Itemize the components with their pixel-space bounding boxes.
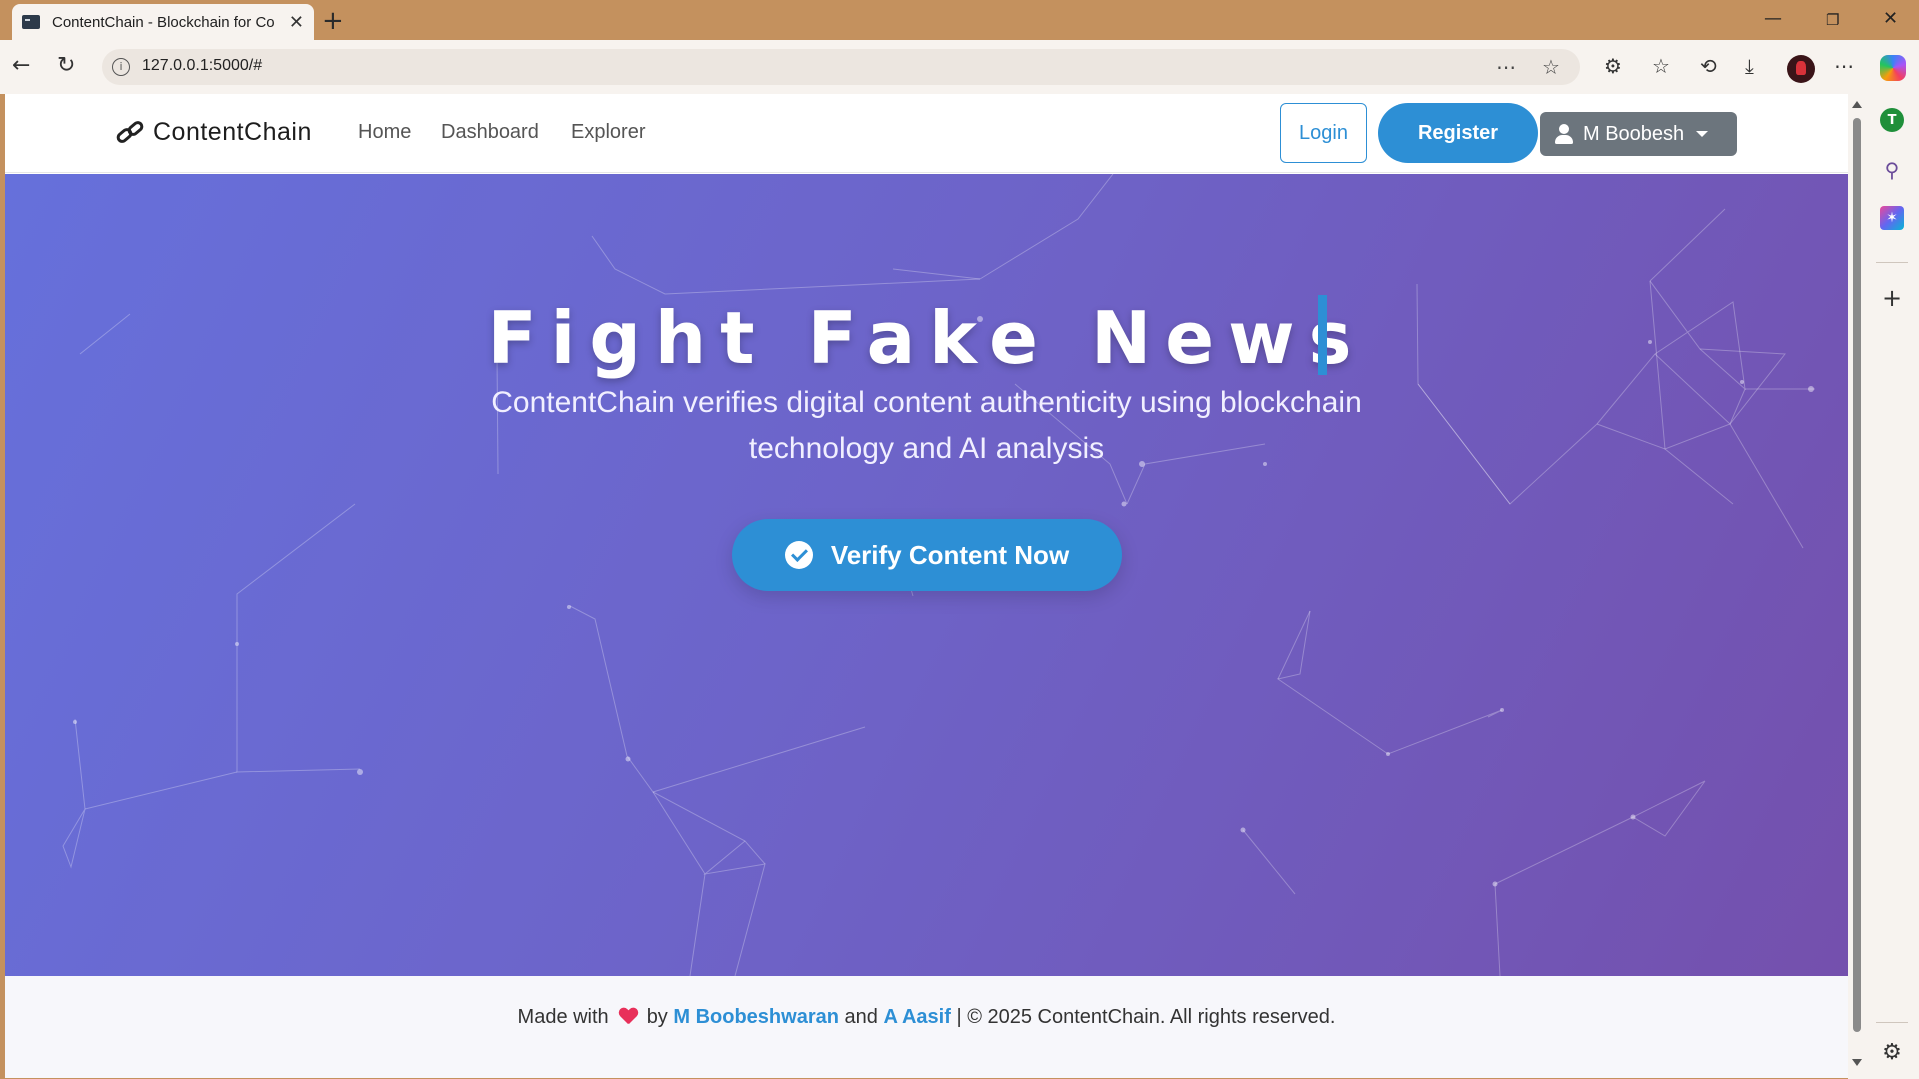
site-info-icon[interactable]: i — [112, 58, 130, 76]
verify-content-button[interactable]: Verify Content Now — [732, 519, 1122, 591]
downloads-icon[interactable]: ⤓ — [1745, 54, 1754, 78]
brand-link[interactable]: ContentChain — [114, 118, 312, 147]
check-circle-icon — [784, 541, 813, 569]
browser-tab[interactable]: ContentChain - Blockchain for Co ✕ — [12, 4, 314, 40]
close-tab-icon[interactable]: ✕ — [289, 12, 304, 33]
footer-copyright: | © 2025 ContentChain. All rights reserv… — [956, 1006, 1336, 1028]
footer-by: by — [646, 1006, 668, 1028]
minimize-icon[interactable]: — — [1764, 8, 1782, 29]
hero-subtitle-line-1: ContentChain verifies digital content au… — [491, 386, 1362, 419]
favorite-star-icon[interactable]: ☆ — [1542, 55, 1560, 79]
user-icon — [1555, 124, 1573, 144]
user-name: M Boobesh — [1583, 122, 1685, 145]
spark-app-icon[interactable]: ✶ — [1880, 206, 1904, 230]
hero-title: Fight Fake News — [487, 296, 1366, 380]
heart-icon — [619, 1008, 637, 1024]
footer-and: and — [844, 1006, 878, 1028]
login-button[interactable]: Login — [1280, 103, 1367, 163]
profile-t-icon[interactable]: T — [1880, 108, 1904, 132]
hero-subtitle: ContentChain verifies digital content au… — [5, 380, 1848, 472]
favorites-icon[interactable]: ☆ — [1652, 54, 1670, 78]
page-viewport: ContentChain Home Dashboard Explorer Log… — [5, 94, 1848, 1078]
reader-mode-icon[interactable]: ⋯ — [1496, 55, 1516, 79]
settings-gear-icon[interactable]: ⚙ — [1878, 1038, 1906, 1066]
site-footer: Made with by M Boobeshwaran and A Aasif |… — [5, 976, 1848, 1078]
caret-down-icon — [1696, 131, 1709, 137]
hero-subtitle-line-2: technology and AI analysis — [748, 432, 1105, 465]
author-link-boobeshwaran[interactable]: M Boobeshwaran — [673, 1006, 839, 1028]
extensions-icon[interactable]: ⚙ — [1604, 54, 1622, 78]
scroll-up-arrow-icon[interactable] — [1852, 101, 1862, 108]
footer-text: Made with by M Boobeshwaran and A Aasif |… — [5, 1006, 1848, 1029]
nav-dashboard[interactable]: Dashboard — [441, 121, 539, 144]
url-text: 127.0.0.1:5000/# — [142, 57, 263, 74]
search-icon[interactable]: ⚲ — [1878, 156, 1906, 184]
nav-explorer[interactable]: Explorer — [571, 121, 645, 144]
profile-avatar[interactable] — [1787, 55, 1815, 83]
sidebar-divider — [1876, 262, 1908, 263]
browser-titlebar: ContentChain - Blockchain for Co ✕ + — ❐… — [0, 0, 1919, 40]
reload-icon[interactable]: ↻ — [57, 53, 75, 78]
window-close-icon[interactable]: ✕ — [1883, 8, 1898, 29]
copilot-icon[interactable] — [1880, 55, 1906, 81]
footer-made-with: Made with — [517, 1006, 609, 1028]
tab-title: ContentChain - Blockchain for Co — [52, 13, 275, 31]
chain-link-icon — [114, 118, 147, 146]
browser-sidebar: T ⚲ ✶ + ⚙ — [1866, 94, 1919, 1079]
scroll-thumb[interactable] — [1853, 118, 1861, 1032]
verify-content-label: Verify Content Now — [830, 539, 1070, 570]
scroll-down-arrow-icon[interactable] — [1852, 1059, 1862, 1066]
sidebar-divider — [1876, 1022, 1908, 1023]
user-menu-button[interactable]: M Boobesh — [1540, 112, 1737, 156]
page-scrollbar[interactable] — [1848, 94, 1866, 1079]
more-menu-icon[interactable]: ⋯ — [1834, 54, 1854, 78]
author-link-aasif[interactable]: A Aasif — [883, 1006, 950, 1028]
browser-toolbar: ← ↻ i 127.0.0.1:5000/# ⋯ ☆ — [0, 40, 1919, 94]
restore-icon[interactable]: ❐ — [1826, 11, 1839, 29]
add-icon[interactable]: + — [1878, 284, 1906, 312]
new-tab-icon[interactable]: + — [322, 6, 344, 36]
nav-home[interactable]: Home — [358, 121, 411, 144]
terminal-favicon-icon — [22, 15, 40, 29]
history-icon[interactable]: ⟲ — [1700, 54, 1717, 78]
typing-cursor — [1318, 295, 1327, 375]
site-navbar: ContentChain Home Dashboard Explorer Log… — [5, 94, 1848, 173]
back-arrow-icon[interactable]: ← — [12, 53, 30, 78]
hero-section: Fight Fake News ContentChain verifies di… — [5, 174, 1848, 976]
register-button[interactable]: Register — [1378, 103, 1538, 163]
brand-name: ContentChain — [153, 118, 312, 146]
address-bar[interactable]: i 127.0.0.1:5000/# ⋯ ☆ — [102, 49, 1580, 85]
